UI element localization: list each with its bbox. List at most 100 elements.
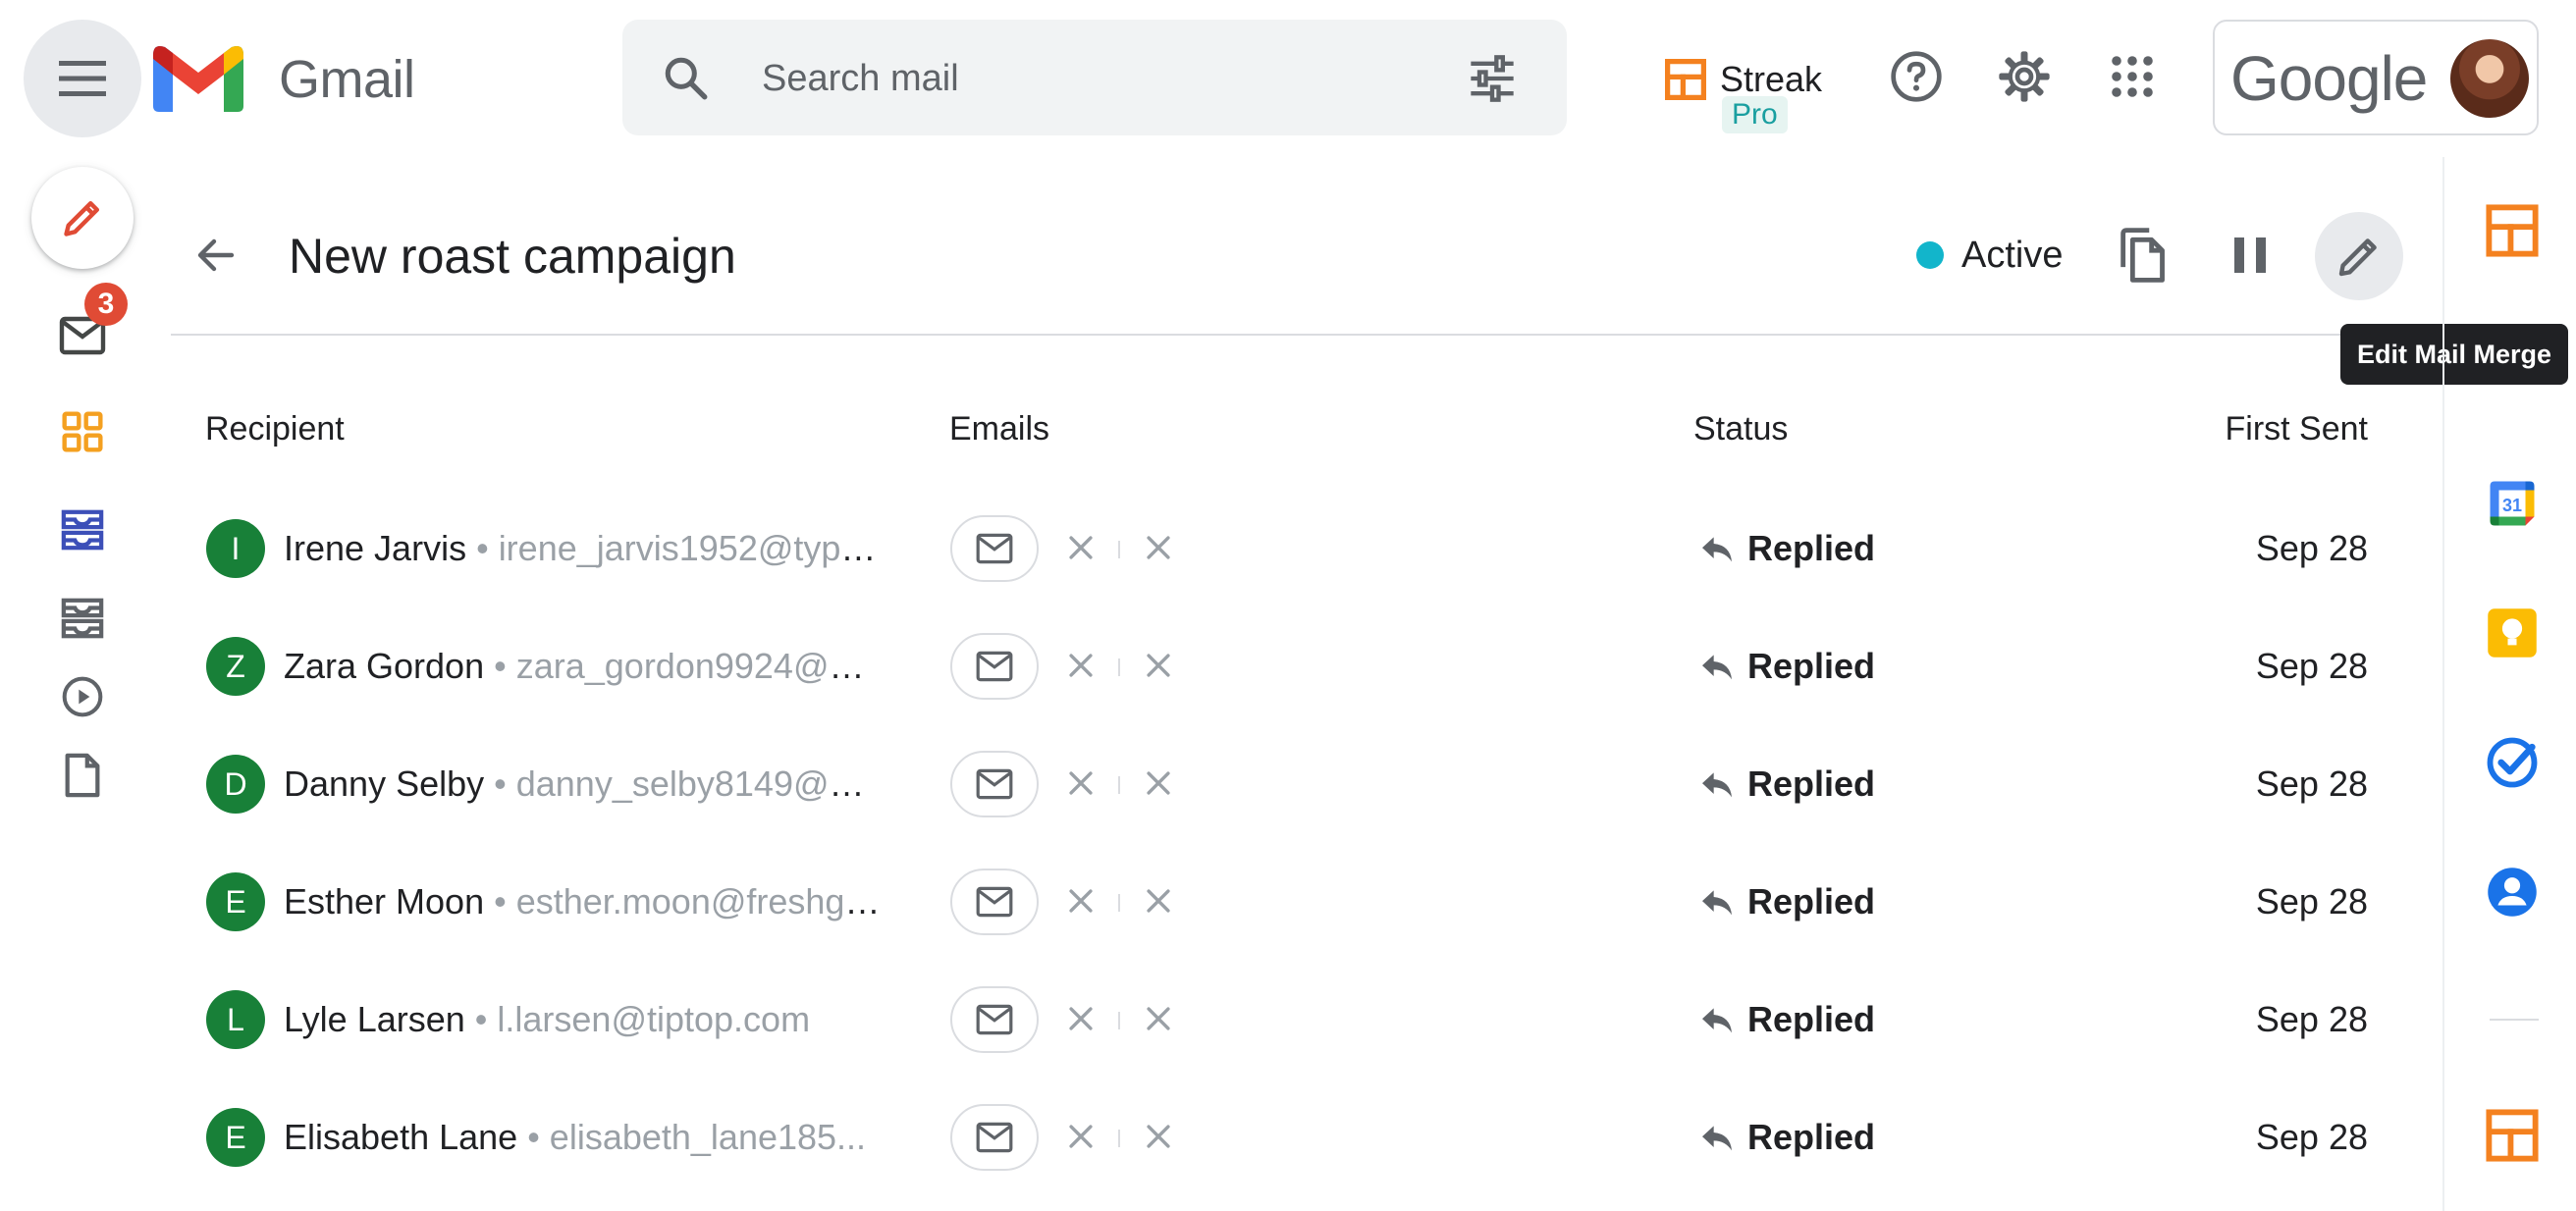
recipient-name: Lyle Larsen — [284, 999, 465, 1039]
view-email-button[interactable] — [950, 515, 1039, 582]
duplicate-button[interactable] — [2113, 226, 2172, 285]
view-email-button[interactable] — [950, 1104, 1039, 1171]
view-email-button[interactable] — [950, 986, 1039, 1053]
separator-dot: • — [476, 528, 489, 568]
recipient-cell[interactable]: Irene Jarvis • irene_jarvis1952@typil... — [284, 525, 883, 572]
recipient-avatar: E — [206, 872, 265, 931]
account-avatar — [2450, 39, 2529, 118]
recipient-avatar: D — [206, 755, 265, 814]
recipient-cell[interactable]: Lyle Larsen • l.larsen@tiptop.com — [284, 996, 883, 1043]
apps-grid-icon — [2112, 56, 2153, 97]
recipient-cell[interactable]: Danny Selby • danny_selby8149@gr... — [284, 761, 883, 808]
envelope-icon — [976, 651, 1013, 682]
recipient-email: irene_jarvis1952@typil... — [498, 528, 883, 568]
stage-separator — [1118, 1130, 1120, 1147]
stage-separator — [1118, 658, 1120, 676]
page-title: New roast campaign — [289, 229, 736, 284]
recipient-avatar: Z — [206, 637, 265, 696]
table-row[interactable]: I Irene Jarvis • irene_jarvis1952@typil... R… — [0, 500, 2395, 598]
table-row[interactable]: Z Zara Gordon • zara_gordon9924@ex... Replie… — [0, 617, 2395, 715]
streak-pro-button[interactable]: Streak Pro — [1665, 55, 1822, 143]
recipient-email: zara_gordon9924@ex... — [515, 646, 883, 686]
stage-separator — [1118, 1012, 1120, 1029]
view-email-button[interactable] — [950, 633, 1039, 700]
reply-icon — [1702, 1126, 1732, 1151]
row-status: Replied — [1747, 763, 1876, 804]
first-sent-date: Sep 28 — [2255, 881, 2368, 921]
support-button[interactable] — [1887, 47, 1946, 106]
followup-1-not-sent-icon[interactable] — [1064, 1120, 1098, 1153]
hamburger-icon — [59, 61, 106, 96]
reply-icon — [1702, 772, 1732, 798]
streak-panel-icon[interactable] — [2486, 204, 2539, 257]
row-status: Replied — [1747, 528, 1876, 568]
search-options-icon[interactable] — [1467, 53, 1518, 104]
column-header-recipient[interactable]: Recipient — [205, 406, 345, 451]
google-wordmark: Google — [2230, 43, 2428, 114]
tasks-icon[interactable] — [2486, 736, 2539, 789]
table-row[interactable]: E Esther Moon • esther.moon@freshgr... Repli… — [0, 853, 2395, 951]
recipient-cell[interactable]: Esther Moon • esther.moon@freshgr... — [284, 878, 883, 925]
recipient-avatar: I — [206, 519, 265, 578]
gmail-logo-icon[interactable] — [153, 43, 243, 112]
settings-button[interactable] — [1995, 47, 2054, 106]
view-email-button[interactable] — [950, 869, 1039, 935]
recipient-name: Esther Moon — [284, 881, 485, 921]
recipient-avatar: E — [206, 1108, 265, 1167]
view-email-button[interactable] — [950, 751, 1039, 817]
followup-2-not-sent-icon[interactable] — [1142, 1002, 1175, 1035]
google-apps-button[interactable] — [2103, 47, 2162, 106]
followup-2-not-sent-icon[interactable] — [1142, 531, 1175, 564]
followup-2-not-sent-icon[interactable] — [1142, 1120, 1175, 1153]
followup-1-not-sent-icon[interactable] — [1064, 766, 1098, 800]
followup-1-not-sent-icon[interactable] — [1064, 531, 1098, 564]
keep-icon[interactable] — [2486, 606, 2539, 659]
pause-icon — [2234, 237, 2266, 273]
table-row[interactable]: E Elisabeth Lane • elisabeth_lane185... Repl… — [0, 1088, 2395, 1186]
recipient-avatar: L — [206, 990, 265, 1049]
column-header-status[interactable]: Status — [1693, 406, 1788, 451]
first-sent-date: Sep 28 — [2255, 999, 2368, 1039]
main-menu-button[interactable] — [24, 20, 141, 137]
row-status: Replied — [1747, 1117, 1876, 1157]
reply-icon — [1702, 890, 1732, 916]
search-input[interactable] — [760, 47, 1392, 110]
recipient-email: elisabeth_lane185... — [549, 1117, 867, 1157]
recipient-cell[interactable]: Zara Gordon • zara_gordon9924@ex... — [284, 643, 883, 690]
streak-panel-icon-bottom[interactable] — [2486, 1109, 2539, 1162]
followup-1-not-sent-icon[interactable] — [1064, 884, 1098, 918]
recipient-cell[interactable]: Elisabeth Lane • elisabeth_lane185... — [284, 1114, 883, 1161]
contacts-icon[interactable] — [2486, 866, 2539, 919]
edit-mail-merge-button[interactable] — [2315, 212, 2403, 300]
panel-divider — [2490, 1019, 2539, 1021]
first-sent-date: Sep 28 — [2255, 528, 2368, 568]
status-dot — [1916, 241, 1944, 269]
search-bar[interactable] — [622, 20, 1567, 135]
followup-2-not-sent-icon[interactable] — [1142, 766, 1175, 800]
rail-streak-home[interactable] — [41, 400, 124, 463]
google-account-button[interactable]: Google — [2213, 20, 2539, 135]
reply-icon — [1702, 1008, 1732, 1033]
followup-2-not-sent-icon[interactable] — [1142, 884, 1175, 918]
first-sent-date: Sep 28 — [2255, 646, 2368, 686]
campaign-status: Active — [1961, 235, 2064, 276]
pause-button[interactable] — [2221, 226, 2280, 285]
column-header-emails[interactable]: Emails — [949, 406, 1049, 451]
calendar-icon[interactable]: 31 — [2486, 477, 2539, 530]
recipient-name: Irene Jarvis — [284, 528, 467, 568]
separator-dot: • — [494, 881, 507, 921]
compose-button[interactable] — [31, 167, 134, 269]
envelope-icon — [976, 1122, 1013, 1153]
followup-2-not-sent-icon[interactable] — [1142, 649, 1175, 682]
copy-icon — [2120, 228, 2165, 283]
back-arrow-icon[interactable] — [192, 232, 240, 279]
table-row[interactable]: D Danny Selby • danny_selby8149@gr... Replie… — [0, 735, 2395, 833]
table-row[interactable]: L Lyle Larsen • l.larsen@tiptop.com Replied S… — [0, 971, 2395, 1069]
column-header-first-sent[interactable]: First Sent — [2160, 406, 2368, 451]
reply-icon — [1702, 655, 1732, 680]
streak-pro-badge: Pro — [1722, 96, 1788, 133]
followup-1-not-sent-icon[interactable] — [1064, 1002, 1098, 1035]
followup-1-not-sent-icon[interactable] — [1064, 649, 1098, 682]
search-icon[interactable] — [662, 54, 711, 103]
stage-separator — [1118, 894, 1120, 912]
